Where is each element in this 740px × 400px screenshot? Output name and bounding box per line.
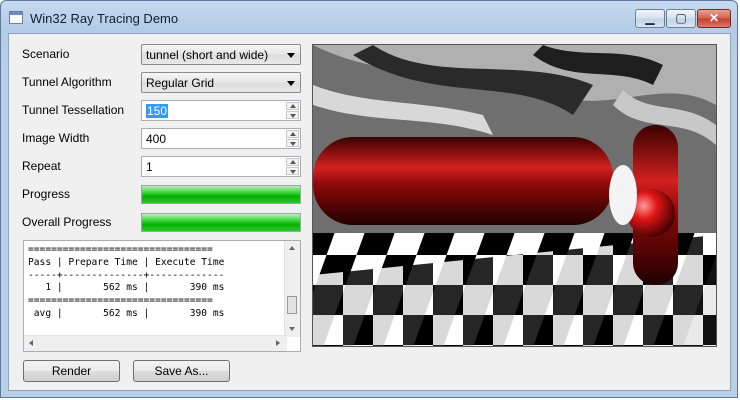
render-output-image (312, 44, 717, 347)
repeat-label: Repeat (22, 159, 61, 173)
spin-down-icon[interactable] (286, 139, 299, 147)
log-horizontal-scrollbar[interactable] (24, 335, 287, 351)
scenario-value: tunnel (short and wide) (146, 48, 269, 62)
progress-fill (142, 186, 300, 203)
maximize-button[interactable]: ▢ (666, 9, 696, 28)
title-bar[interactable]: Win32 Ray Tracing Demo ▁ ▢ ✕ (1, 1, 737, 35)
scroll-right-icon[interactable] (276, 340, 280, 346)
save-as-button[interactable]: Save As... (133, 360, 230, 382)
minimize-button[interactable]: ▁ (635, 9, 665, 28)
scroll-up-icon[interactable] (289, 246, 295, 250)
tessellation-value[interactable]: 150 (146, 104, 169, 118)
chevron-down-icon (287, 53, 295, 58)
overall-progress-fill (142, 214, 300, 231)
tessellation-spinbox[interactable]: 150 (141, 100, 301, 121)
progress-bar (141, 185, 301, 204)
spin-down-icon[interactable] (286, 111, 299, 119)
log-scroll-thumb[interactable] (287, 296, 297, 314)
window-title: Win32 Ray Tracing Demo (30, 11, 179, 26)
render-button[interactable]: Render (23, 360, 120, 382)
timing-log-text: ================================ Pass | … (28, 244, 225, 319)
tessellation-label: Tunnel Tessellation (22, 103, 125, 117)
spin-up-icon[interactable] (286, 102, 299, 110)
spin-down-icon[interactable] (286, 167, 299, 175)
scroll-left-icon[interactable] (29, 340, 33, 346)
repeat-spinbox[interactable]: 1 (141, 156, 301, 177)
close-button[interactable]: ✕ (697, 9, 731, 28)
chevron-down-icon (287, 81, 295, 86)
spin-up-icon[interactable] (286, 130, 299, 138)
algorithm-dropdown[interactable]: Regular Grid (141, 72, 301, 93)
log-vertical-scrollbar[interactable] (284, 241, 300, 337)
app-icon (9, 11, 23, 24)
scroll-down-icon[interactable] (289, 327, 295, 331)
algorithm-label: Tunnel Algorithm (22, 75, 112, 89)
scenario-dropdown[interactable]: tunnel (short and wide) (141, 44, 301, 65)
timing-log[interactable]: ================================ Pass | … (23, 240, 301, 352)
app-window: Win32 Ray Tracing Demo ▁ ▢ ✕ Scenario tu… (0, 0, 738, 398)
progress-label: Progress (22, 187, 71, 201)
repeat-value[interactable]: 1 (146, 160, 153, 174)
client-area: Scenario tunnel (short and wide) Tunnel … (8, 33, 731, 391)
image-width-label: Image Width (22, 131, 90, 145)
spin-up-icon[interactable] (286, 158, 299, 166)
overall-progress-bar (141, 213, 301, 232)
image-width-spinbox[interactable]: 400 (141, 128, 301, 149)
ray-traced-scene (313, 45, 716, 346)
image-width-value[interactable]: 400 (146, 132, 166, 146)
overall-progress-label: Overall Progress (22, 215, 112, 229)
algorithm-value: Regular Grid (146, 76, 215, 90)
scenario-label: Scenario (22, 47, 70, 61)
